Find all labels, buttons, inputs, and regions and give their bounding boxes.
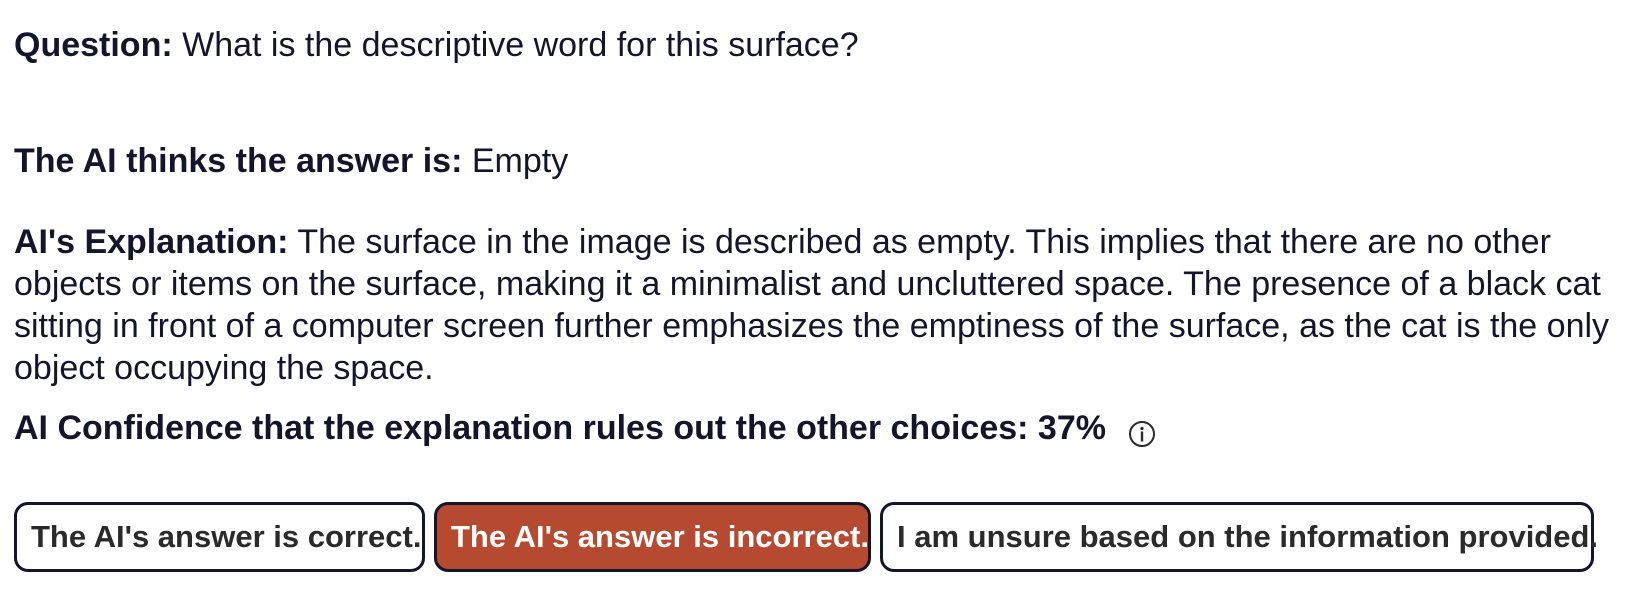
answer-unsure-button[interactable]: I am unsure based on the information pro… [880,502,1598,572]
answer-correct-button[interactable]: The AI's answer is correct. [14,502,425,572]
ai-answer-line: The AI thinks the answer is: Empty [14,140,568,182]
question-label: Question: [14,26,173,64]
ai-confidence-label: AI Confidence that the explanation rules… [14,409,1029,447]
ai-explanation: AI's Explanation: The surface in the ima… [14,221,1614,389]
question-line: Question: What is the descriptive word f… [14,24,859,66]
answer-incorrect-button[interactable]: The AI's answer is incorrect. [434,502,871,572]
ai-answer-text: Empty [471,142,569,180]
ai-confidence-value: 37% [1037,409,1106,447]
response-button-group: The AI's answer is correct. The AI's ans… [14,502,1598,572]
ai-confidence-line: AI Confidence that the explanation rules… [14,407,1156,449]
question-text: What is the descriptive word for this su… [182,26,859,64]
info-icon[interactable] [1128,416,1156,447]
ai-answer-label: The AI thinks the answer is: [14,142,463,180]
ai-explanation-label: AI's Explanation: [14,223,289,261]
